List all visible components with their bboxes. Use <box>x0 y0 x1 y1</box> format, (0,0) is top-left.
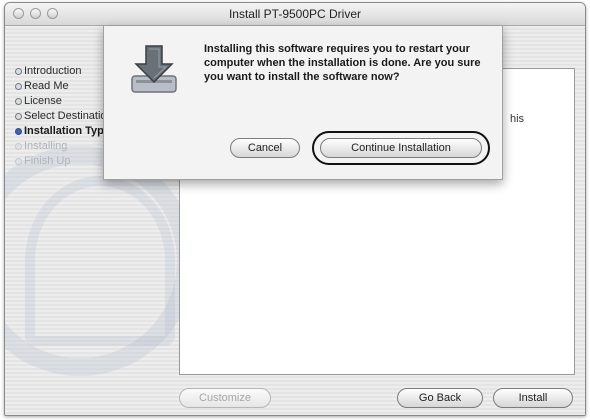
step-read-me: Read Me <box>15 79 113 94</box>
step-label: License <box>24 95 62 107</box>
step-bullet-icon <box>15 83 22 90</box>
panel-text-fragment: his <box>510 113 525 125</box>
continue-installation-button[interactable]: Continue Installation <box>320 138 482 158</box>
step-label: Installing <box>24 140 68 152</box>
step-label: Introduction <box>24 65 82 77</box>
go-back-button[interactable]: Go Back <box>397 388 483 408</box>
step-label: Installation Type <box>24 125 110 137</box>
installer-watermark-shape <box>25 176 175 346</box>
cancel-button[interactable]: Cancel <box>230 138 300 158</box>
title-bar[interactable]: Install PT-9500PC Driver <box>5 3 585 26</box>
installer-window: Install PT-9500PC Driver Introduction Re… <box>4 2 586 416</box>
step-select-destination: Select Destination <box>15 109 113 124</box>
window-title: Install PT-9500PC Driver <box>228 7 362 21</box>
step-bullet-icon <box>15 158 22 165</box>
step-license: License <box>15 94 113 109</box>
step-label: Finish Up <box>24 155 71 167</box>
step-bullet-icon <box>15 143 22 150</box>
step-introduction: Introduction <box>15 64 113 79</box>
step-label: Select Destination <box>24 110 113 122</box>
step-finish-up: Finish Up <box>15 154 113 169</box>
restart-warning-message: Installing this software requires you to… <box>204 43 481 83</box>
package-download-icon <box>131 45 177 93</box>
restart-confirmation-sheet: Installing this software requires you to… <box>103 26 503 180</box>
step-bullet-icon <box>15 98 22 105</box>
step-installing: Installing <box>15 139 113 154</box>
install-steps-list: Introduction Read Me License Select Dest… <box>15 64 113 169</box>
step-bullet-icon <box>15 68 22 75</box>
step-bullet-current-icon <box>15 128 22 135</box>
step-bullet-icon <box>15 113 22 120</box>
install-button[interactable]: Install <box>493 388 573 408</box>
customize-button[interactable]: Customize <box>179 388 271 408</box>
step-label: Read Me <box>24 80 69 92</box>
step-installation-type: Installation Type <box>15 124 113 139</box>
